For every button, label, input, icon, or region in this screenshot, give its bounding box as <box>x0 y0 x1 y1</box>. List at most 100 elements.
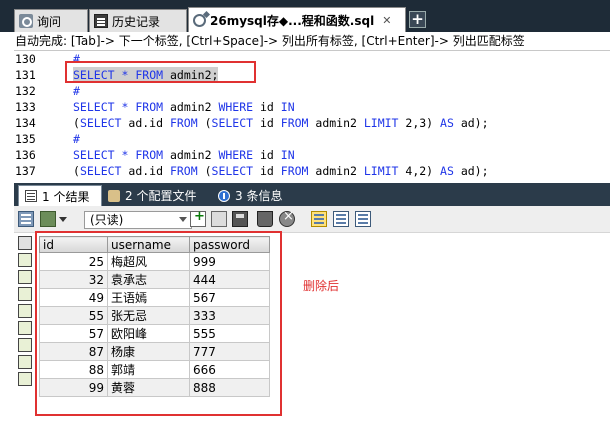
code-token: ( <box>197 164 212 178</box>
code-token: 4,2) <box>398 164 441 178</box>
annotation-label: 删除后 <box>303 279 340 293</box>
editor-line[interactable]: 134 (SELECT ad.id FROM (SELECT id FROM ad… <box>14 115 610 131</box>
row-select-checkbox[interactable] <box>18 338 32 352</box>
top-tab-bar: 询问 历史记录 26mysql存◆...程和函数.sql ✕ + <box>0 0 610 32</box>
code-token: ad.id <box>121 116 170 130</box>
new-tab-button[interactable]: + <box>409 11 426 28</box>
profile-icon <box>108 189 120 202</box>
export-icon[interactable] <box>40 211 56 227</box>
code-token: SELECT <box>211 116 254 130</box>
code-text: SELECT * FROM admin2 WHERE id IN <box>73 99 295 115</box>
editor-line[interactable]: 137 (SELECT ad.id FROM (SELECT id FROM ad… <box>14 163 610 178</box>
code-token: AS <box>440 164 454 178</box>
line-number: 131 <box>15 68 36 82</box>
code-token: SELECT <box>79 164 122 178</box>
row-select-checkbox[interactable] <box>18 304 32 318</box>
code-token: # <box>73 132 80 146</box>
tab-history-label: 历史记录 <box>112 14 161 29</box>
row-select-checkbox[interactable] <box>18 270 32 284</box>
tab-sql-file[interactable]: 26mysql存◆...程和函数.sql ✕ <box>188 7 406 32</box>
highlight-box-query <box>65 61 256 83</box>
code-token: ( <box>73 116 80 130</box>
code-token: ad); <box>453 116 489 130</box>
editor-line[interactable]: 132 # <box>14 83 610 99</box>
code-token: admin2 <box>308 164 364 178</box>
code-token: LIMIT <box>363 164 399 178</box>
tab-messages[interactable]: 3 条信息 <box>212 185 292 206</box>
code-token: AS <box>440 116 454 130</box>
select-arrow-icon <box>179 217 187 222</box>
tab-results-label: 1 个结果 <box>42 189 90 204</box>
code-token: SELECT <box>73 148 115 162</box>
form-view-icon[interactable] <box>333 211 349 227</box>
row-select-checkbox[interactable] <box>18 355 32 369</box>
editor-line[interactable]: 136 SELECT * FROM admin2 WHERE id IN <box>14 147 610 163</box>
code-text: # <box>73 131 80 147</box>
line-number: 137 <box>15 164 36 178</box>
row-select-checkbox[interactable] <box>18 253 32 267</box>
cancel-icon[interactable] <box>279 209 295 227</box>
code-token: IN <box>280 148 295 162</box>
tab-results[interactable]: 1 个结果 <box>18 185 102 206</box>
code-token: ad.id <box>121 164 170 178</box>
tab-history[interactable]: 历史记录 <box>89 9 187 32</box>
code-token: id <box>253 164 281 178</box>
code-token: FROM <box>169 116 198 130</box>
code-text: SELECT * FROM admin2 WHERE id IN <box>73 147 295 163</box>
tab-messages-label: 3 条信息 <box>235 189 283 203</box>
code-token: id <box>253 100 281 114</box>
line-number: 134 <box>15 116 36 130</box>
code-token: id <box>253 116 281 130</box>
code-token: WHERE <box>218 100 254 114</box>
code-token: admin2 <box>163 148 219 162</box>
code-token: admin2 <box>163 100 219 114</box>
code-token: FROM <box>135 148 164 162</box>
tab-query-label: 询问 <box>37 14 62 29</box>
tab-sql-file-label: 26mysql存◆...程和函数.sql <box>210 13 375 28</box>
duplicate-row-icon[interactable] <box>211 211 227 227</box>
code-token: id <box>253 148 281 162</box>
code-token: SELECT <box>211 164 254 178</box>
code-token: ad); <box>453 164 489 178</box>
add-row-icon[interactable] <box>190 209 206 227</box>
code-token: SELECT <box>73 100 115 114</box>
line-number: 136 <box>15 148 36 162</box>
tab-query[interactable]: 询问 <box>14 9 88 32</box>
close-icon[interactable]: ✕ <box>382 14 391 27</box>
code-token: FROM <box>280 116 309 130</box>
grid-view-icon[interactable] <box>311 211 327 227</box>
row-select-checkbox[interactable] <box>18 321 32 335</box>
highlight-box-results <box>35 231 282 416</box>
result-icon <box>25 190 37 202</box>
info-icon <box>218 189 230 202</box>
code-token: FROM <box>135 100 164 114</box>
grid-icon[interactable] <box>18 211 34 227</box>
editor-line[interactable]: 133 SELECT * FROM admin2 WHERE id IN <box>14 99 610 115</box>
sql-file-icon <box>193 13 206 27</box>
line-number: 130 <box>15 52 36 66</box>
code-text: (SELECT ad.id FROM (SELECT id FROM admin… <box>73 115 489 131</box>
save-icon[interactable] <box>232 211 248 227</box>
code-token: WHERE <box>218 148 254 162</box>
readonly-select[interactable]: (只读) <box>84 211 192 229</box>
code-token: FROM <box>169 164 198 178</box>
row-select-checkbox[interactable] <box>18 372 32 386</box>
tab-profiles[interactable]: 2 个配置文件 <box>102 185 212 206</box>
autocomplete-hint: 自动完成: [Tab]-> 下一个标签, [Ctrl+Space]-> 列出所有… <box>14 33 610 50</box>
result-tab-bar: 1 个结果 2 个配置文件 3 条信息 <box>14 183 610 206</box>
row-selector-column <box>16 236 34 389</box>
result-toolbar: (只读) <box>14 206 610 233</box>
code-token: FROM <box>280 164 309 178</box>
delete-icon[interactable] <box>257 211 273 227</box>
line-number: 135 <box>15 132 36 146</box>
code-token: SELECT <box>79 116 122 130</box>
query-icon <box>19 14 33 28</box>
code-token: 2,3) <box>398 116 441 130</box>
select-all-checkbox[interactable] <box>18 236 32 250</box>
code-token: admin2 <box>308 116 364 130</box>
text-view-icon[interactable] <box>355 211 371 227</box>
line-number: 133 <box>15 100 36 114</box>
chevron-down-icon[interactable] <box>59 217 67 222</box>
row-select-checkbox[interactable] <box>18 287 32 301</box>
editor-line[interactable]: 135 # <box>14 131 610 147</box>
